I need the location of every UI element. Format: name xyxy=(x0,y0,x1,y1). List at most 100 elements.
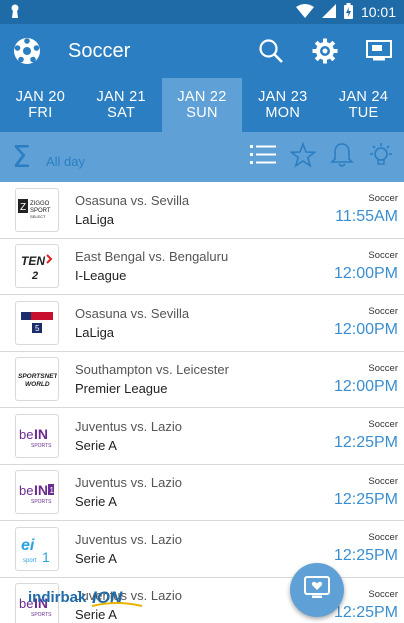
sport-label: Soccer xyxy=(368,419,398,431)
svg-text:Z: Z xyxy=(20,202,26,213)
svg-text:sport: sport xyxy=(23,558,37,564)
date-tab-selected[interactable]: JAN 22 SUN xyxy=(161,78,243,132)
date-tab[interactable]: JAN 24 TUE xyxy=(323,78,404,132)
keyhole-icon xyxy=(10,4,20,21)
date-tabs: JAN 20 FRI JAN 21 SAT JAN 22 SUN JAN 23 … xyxy=(0,78,404,132)
svg-text:2: 2 xyxy=(31,270,38,282)
match-league: Premier League xyxy=(75,381,168,397)
match-title: Osasuna vs. Sevilla xyxy=(75,305,190,321)
svg-text:TEN: TEN xyxy=(21,254,45,268)
date-tab[interactable]: JAN 21 SAT xyxy=(81,78,162,132)
ten-2-logo: TEN 2 xyxy=(21,254,53,282)
date-tab-day: JAN 23 xyxy=(258,89,308,105)
status-bar: 10:01 xyxy=(0,0,404,24)
svg-text:SPORTS: SPORTS xyxy=(31,499,52,505)
match-row[interactable]: 5 Osasuna vs. Sevilla LaLiga Soccer 12:0… xyxy=(0,295,404,352)
svg-text:IN: IN xyxy=(34,426,48,442)
date-tab-weekday: FRI xyxy=(28,105,53,121)
soccer-ball-icon[interactable] xyxy=(12,36,42,66)
wifi-icon xyxy=(295,3,314,21)
match-time: 12:25PM xyxy=(333,434,398,452)
date-tab[interactable]: JAN 23 MON xyxy=(242,78,323,132)
eir-sport-1-logo: ei sport 1 xyxy=(21,537,50,565)
sigma-icon[interactable]: Σ xyxy=(12,140,34,175)
match-time: 12:00PM xyxy=(333,321,398,339)
star-icon[interactable] xyxy=(289,141,317,173)
bell-icon[interactable] xyxy=(330,142,354,173)
signal-icon xyxy=(321,3,336,21)
match-league: I-League xyxy=(75,268,127,284)
date-tab-weekday: SAT xyxy=(107,105,136,121)
match-row[interactable]: be IN SPORTS Juventus vs. Lazio Serie A … xyxy=(0,408,404,465)
list-icon[interactable] xyxy=(250,143,276,172)
sport-label: Soccer xyxy=(368,193,398,205)
channel-logo: SPORTSNET WORLD xyxy=(15,357,59,402)
channel-logo: 5 xyxy=(15,300,59,345)
match-row[interactable]: Z ZIGGO SPORT SELECT Osasuna vs. Sevilla… xyxy=(0,182,404,239)
svg-text:1: 1 xyxy=(42,549,50,565)
match-time: 12:25PM xyxy=(333,490,398,508)
svg-text:SPORTS: SPORTS xyxy=(31,612,52,618)
app-title: Soccer xyxy=(68,39,131,62)
sportsnet-world-logo: SPORTSNET WORLD xyxy=(18,373,57,388)
match-title: East Bengal vs. Bengaluru xyxy=(75,249,229,265)
channel-logo: ei sport 1 xyxy=(15,526,59,571)
match-row[interactable]: ei sport 1 Juventus vs. Lazio Serie A So… xyxy=(0,521,404,578)
match-league: LaLiga xyxy=(75,211,115,227)
channel-logo: TEN 2 xyxy=(15,244,59,289)
sky-sports-5-logo: 5 xyxy=(21,311,53,333)
date-tab-day: JAN 22 xyxy=(177,89,227,105)
match-row[interactable]: SPORTSNET WORLD Southampton vs. Leiceste… xyxy=(0,352,404,408)
match-time: 12:00PM xyxy=(333,264,398,282)
svg-text:SPORTS: SPORTS xyxy=(31,443,52,449)
bein-sports-logo: be IN SPORTS xyxy=(19,426,52,449)
svg-text:ZIGGO: ZIGGO xyxy=(30,201,50,207)
match-league: Serie A xyxy=(75,550,117,566)
channel-logo: Z ZIGGO SPORT SELECT xyxy=(15,187,59,232)
date-tab-day: JAN 21 xyxy=(96,89,146,105)
svg-text:ei: ei xyxy=(21,537,35,554)
sport-label: Soccer xyxy=(368,532,398,544)
match-time: 12:25PM xyxy=(333,603,398,621)
lightbulb-icon[interactable] xyxy=(368,142,394,173)
status-time: 10:01 xyxy=(360,4,396,20)
match-league: Serie A xyxy=(75,494,117,510)
tv-heart-icon xyxy=(304,575,330,605)
settings-icon[interactable] xyxy=(312,38,338,64)
match-league: LaLiga xyxy=(75,324,115,340)
match-row[interactable]: TEN 2 East Bengal vs. Bengaluru I-League… xyxy=(0,239,404,295)
match-title: Juventus vs. Lazio xyxy=(75,531,182,547)
bein-sports-1-logo: be IN 1 SPORTS xyxy=(19,482,55,505)
tv-favorites-button[interactable] xyxy=(290,563,344,617)
svg-text:SELECT: SELECT xyxy=(30,214,46,219)
match-title: Southampton vs. Leicester xyxy=(75,362,229,378)
search-icon[interactable] xyxy=(258,38,284,64)
match-time: 11:55AM xyxy=(335,208,398,226)
date-tab-weekday: TUE xyxy=(348,105,379,121)
channel-logo: be IN 1 SPORTS xyxy=(15,470,59,515)
battery-icon xyxy=(343,2,353,22)
svg-text:be: be xyxy=(19,427,33,442)
filter-bar: Σ All day xyxy=(0,132,404,182)
date-tab-day: JAN 20 xyxy=(15,89,66,105)
match-row[interactable]: be IN 1 SPORTS Juventus vs. Lazio Serie … xyxy=(0,465,404,521)
app-bar: Soccer xyxy=(0,24,404,78)
sport-label: Soccer xyxy=(368,475,398,487)
status-indicators: 10:01 xyxy=(295,2,396,22)
match-league: Serie A xyxy=(75,437,117,453)
cast-icon[interactable] xyxy=(366,40,392,62)
svg-text:5: 5 xyxy=(35,324,40,333)
match-time: 12:25PM xyxy=(333,547,398,565)
svg-text:SPORTSNET: SPORTSNET xyxy=(18,373,57,380)
match-time: 12:00PM xyxy=(333,377,398,395)
svg-text:WORLD: WORLD xyxy=(25,381,50,388)
ziggo-sport-logo: Z ZIGGO SPORT SELECT xyxy=(18,198,51,219)
match-title: Osasuna vs. Sevilla xyxy=(75,192,190,208)
filter-label[interactable]: All day xyxy=(46,154,250,169)
sport-label: Soccer xyxy=(368,362,398,374)
match-title: Juventus vs. Lazio xyxy=(75,475,182,491)
channel-logo: be IN SPORTS xyxy=(15,413,59,458)
date-tab[interactable]: JAN 20 FRI xyxy=(0,78,81,132)
match-list: Z ZIGGO SPORT SELECT Osasuna vs. Sevilla… xyxy=(0,182,404,623)
ion-logo: ION xyxy=(92,588,143,607)
